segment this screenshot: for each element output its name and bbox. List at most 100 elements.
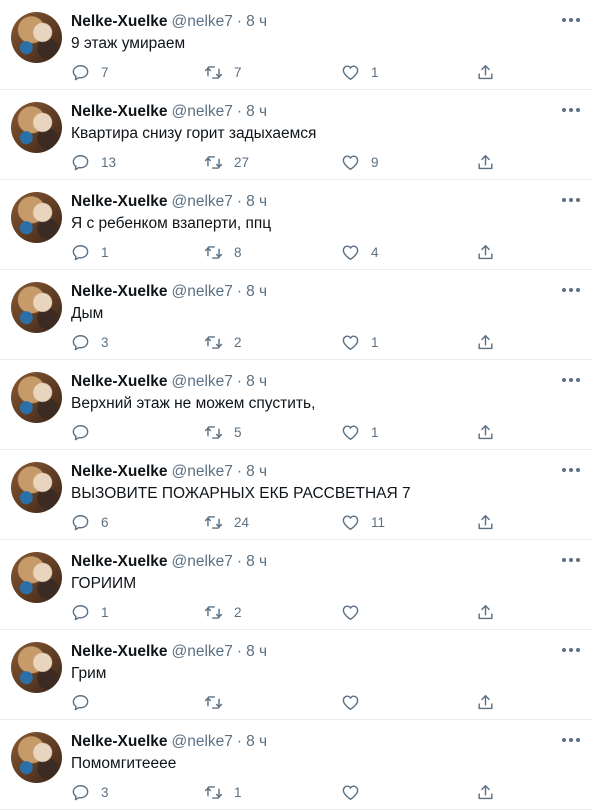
tweet-time[interactable]: 8 ч (246, 103, 267, 120)
author-name[interactable]: Nelke-Xuelke (71, 553, 168, 570)
author-handle[interactable]: @nelke7 (172, 553, 233, 570)
retweet-button[interactable]: 2 (204, 601, 242, 623)
share-button[interactable] (476, 241, 495, 263)
like-button[interactable] (341, 601, 371, 623)
tweet[interactable]: Nelke-Xuelke @nelke7 · 8 ч ГОРИИМ 1 2 (0, 540, 593, 630)
more-dots-icon[interactable] (562, 372, 580, 388)
tweet-time[interactable]: 8 ч (246, 283, 267, 300)
like-button[interactable]: 1 (341, 61, 379, 83)
author-handle[interactable]: @nelke7 (172, 643, 233, 660)
reply-button[interactable]: 3 (71, 331, 109, 353)
tweet-header: Nelke-Xuelke @nelke7 · 8 ч (71, 12, 267, 32)
avatar[interactable] (11, 102, 62, 153)
tweet-time[interactable]: 8 ч (246, 193, 267, 210)
tweet[interactable]: Nelke-Xuelke @nelke7 · 8 ч Верхний этаж не … (0, 360, 593, 450)
avatar[interactable] (11, 642, 62, 693)
author-handle[interactable]: @nelke7 (172, 283, 233, 300)
tweet-time[interactable]: 8 ч (246, 463, 267, 480)
reply-button[interactable]: 3 (71, 781, 109, 803)
retweet-button[interactable]: 5 (204, 421, 242, 443)
tweet[interactable]: Nelke-Xuelke @nelke7 · 8 ч 9 этаж умираем 7… (0, 0, 593, 90)
share-button[interactable] (476, 781, 495, 803)
retweet-button[interactable]: 8 (204, 241, 242, 263)
author-name[interactable]: Nelke-Xuelke (71, 733, 168, 750)
author-name[interactable]: Nelke-Xuelke (71, 13, 168, 30)
avatar[interactable] (11, 462, 62, 513)
retweet-button[interactable]: 7 (204, 61, 242, 83)
avatar[interactable] (11, 282, 62, 333)
reply-button[interactable] (71, 421, 101, 443)
tweet-time[interactable]: 8 ч (246, 553, 267, 570)
avatar[interactable] (11, 552, 62, 603)
author-handle[interactable]: @nelke7 (172, 463, 233, 480)
tweet[interactable]: Nelke-Xuelke @nelke7 · 8 ч ВЫЗОВИТЕ ПОЖАРНЫ… (0, 450, 593, 540)
reply-count: 3 (101, 784, 109, 800)
like-button[interactable]: 11 (341, 511, 385, 533)
tweet-actions (71, 691, 501, 713)
more-dots-icon[interactable] (562, 732, 580, 748)
more-dots-icon[interactable] (562, 282, 580, 298)
author-name[interactable]: Nelke-Xuelke (71, 193, 168, 210)
more-dots-icon[interactable] (562, 192, 580, 208)
author-name[interactable]: Nelke-Xuelke (71, 283, 168, 300)
more-dots-icon[interactable] (562, 642, 580, 658)
tweet[interactable]: Nelke-Xuelke @nelke7 · 8 ч Я с ребенком вза… (0, 180, 593, 270)
share-button[interactable] (476, 331, 495, 353)
author-handle[interactable]: @nelke7 (172, 373, 233, 390)
author-handle[interactable]: @nelke7 (172, 733, 233, 750)
tweet[interactable]: Nelke-Xuelke @nelke7 · 8 ч Грим (0, 630, 593, 720)
heart-icon (342, 334, 359, 350)
share-button[interactable] (476, 601, 495, 623)
tweet-time[interactable]: 8 ч (246, 13, 267, 30)
retweet-button[interactable]: 24 (204, 511, 249, 533)
share-button[interactable] (476, 151, 495, 173)
tweet-time[interactable]: 8 ч (246, 643, 267, 660)
like-button[interactable]: 1 (341, 421, 379, 443)
tweet-time[interactable]: 8 ч (246, 373, 267, 390)
reply-button[interactable] (71, 691, 101, 713)
like-button[interactable]: 9 (341, 151, 379, 173)
reply-button[interactable]: 1 (71, 241, 109, 263)
tweet[interactable]: Nelke-Xuelke @nelke7 · 8 ч Квартира снизу г… (0, 90, 593, 180)
share-button[interactable] (476, 61, 495, 83)
reply-button[interactable]: 6 (71, 511, 109, 533)
reply-button[interactable]: 7 (71, 61, 109, 83)
more-dots-icon[interactable] (562, 12, 580, 28)
more-dots-icon[interactable] (562, 102, 580, 118)
heart-icon (342, 64, 359, 80)
share-button[interactable] (476, 511, 495, 533)
author-handle[interactable]: @nelke7 (172, 13, 233, 30)
like-button[interactable] (341, 781, 371, 803)
retweet-count: 2 (234, 334, 242, 350)
avatar[interactable] (11, 732, 62, 783)
author-name[interactable]: Nelke-Xuelke (71, 643, 168, 660)
retweet-icon (204, 155, 223, 169)
retweet-button[interactable] (204, 691, 234, 713)
tweet[interactable]: Nelke-Xuelke @nelke7 · 8 ч Помомгитееее 3 1 (0, 720, 593, 810)
retweet-button[interactable]: 27 (204, 151, 249, 173)
retweet-button[interactable]: 1 (204, 781, 242, 803)
author-name[interactable]: Nelke-Xuelke (71, 463, 168, 480)
like-button[interactable]: 1 (341, 331, 379, 353)
author-name[interactable]: Nelke-Xuelke (71, 103, 168, 120)
tweet-header: Nelke-Xuelke @nelke7 · 8 ч (71, 192, 267, 212)
retweet-button[interactable]: 2 (204, 331, 242, 353)
heart-icon (342, 604, 359, 620)
share-button[interactable] (476, 421, 495, 443)
more-dots-icon[interactable] (562, 552, 580, 568)
like-count: 9 (371, 154, 379, 170)
author-handle[interactable]: @nelke7 (172, 103, 233, 120)
like-button[interactable] (341, 691, 371, 713)
author-handle[interactable]: @nelke7 (172, 193, 233, 210)
avatar[interactable] (11, 192, 62, 243)
author-name[interactable]: Nelke-Xuelke (71, 373, 168, 390)
tweet-time[interactable]: 8 ч (246, 733, 267, 750)
more-dots-icon[interactable] (562, 462, 580, 478)
avatar[interactable] (11, 12, 62, 63)
like-button[interactable]: 4 (341, 241, 379, 263)
share-button[interactable] (476, 691, 495, 713)
reply-button[interactable]: 13 (71, 151, 116, 173)
avatar[interactable] (11, 372, 62, 423)
reply-button[interactable]: 1 (71, 601, 109, 623)
tweet[interactable]: Nelke-Xuelke @nelke7 · 8 ч Дым 3 2 1 (0, 270, 593, 360)
